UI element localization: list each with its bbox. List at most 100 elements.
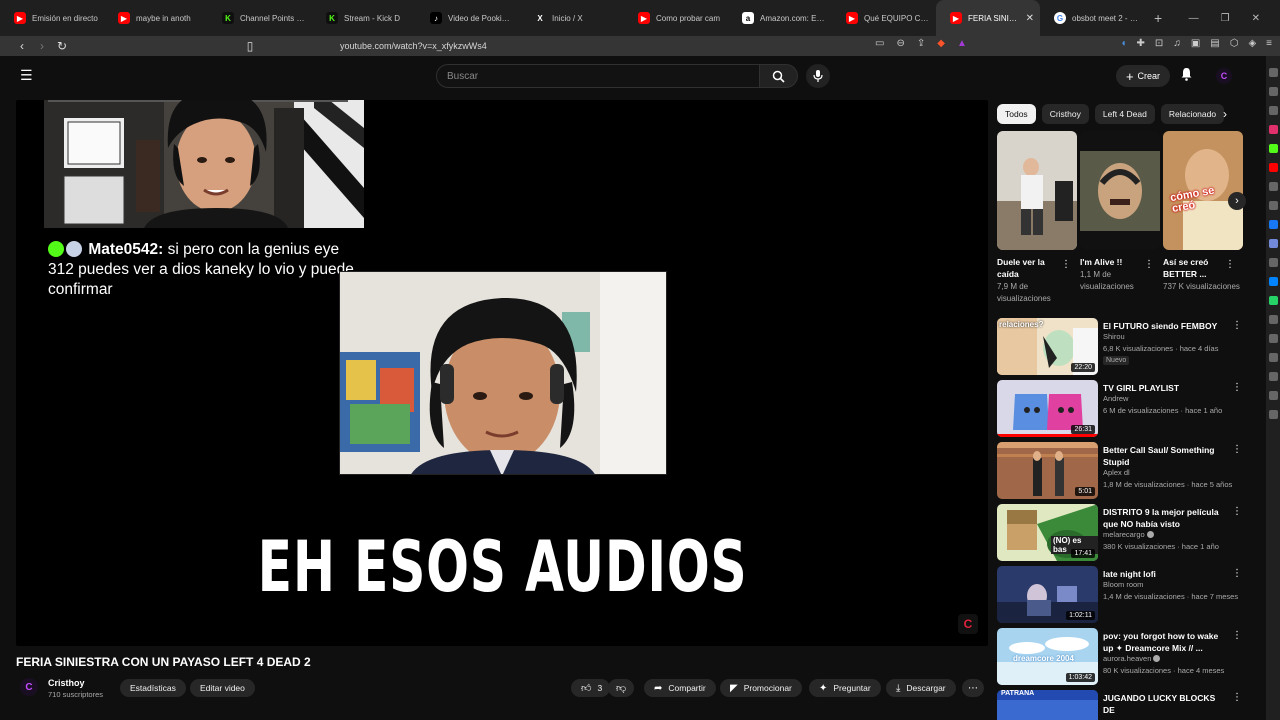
panel-icon[interactable]: [1268, 277, 1278, 286]
shorts-next-icon[interactable]: ›: [1228, 192, 1246, 210]
notifications-bell-icon[interactable]: [1180, 67, 1193, 84]
edit-video-button[interactable]: Editar video: [190, 679, 255, 697]
panel-icon[interactable]: [1268, 144, 1278, 153]
recommended-video[interactable]: PATRANA JUGANDO LUCKY BLOCKS DE ⋮: [997, 690, 1245, 720]
search-button[interactable]: [760, 64, 798, 88]
panel-icon[interactable]: [1268, 239, 1278, 248]
panel-icon[interactable]: [1268, 87, 1278, 96]
url-field[interactable]: youtube.com/watch?v=x_xfykzwWs4: [340, 41, 487, 51]
panel-icon[interactable]: [1268, 353, 1278, 362]
close-window-icon[interactable]: ✕: [1252, 13, 1260, 24]
hamburger-menu-icon[interactable]: ☰: [20, 68, 34, 82]
browser-tab[interactable]: Gobsbot meet 2 - Bu: [1040, 0, 1144, 36]
dislike-button[interactable]: 👎︎: [608, 679, 635, 697]
panel-icon[interactable]: [1268, 125, 1278, 134]
cast-icon[interactable]: ▭: [875, 38, 884, 49]
panel-icon[interactable]: [1268, 410, 1278, 419]
rec-menu-icon[interactable]: ⋮: [1232, 630, 1242, 641]
like-button[interactable]: 👍︎ 3: [571, 679, 611, 697]
panel-icon[interactable]: [1268, 258, 1278, 267]
filter-chip[interactable]: Relacionado: [1160, 104, 1225, 124]
rec-menu-icon[interactable]: ⋮: [1232, 444, 1242, 455]
account-avatar[interactable]: C: [1216, 68, 1232, 84]
back-icon[interactable]: ‹: [12, 39, 32, 53]
panel-icon[interactable]: [1268, 296, 1278, 305]
close-tab-icon[interactable]: ✕: [1026, 13, 1034, 24]
rec-channel[interactable]: melarecargo: [1103, 530, 1154, 539]
wallet-icon[interactable]: ▤: [1210, 38, 1219, 49]
panel-icon[interactable]: [1268, 372, 1278, 381]
recommended-video[interactable]: 1:02:11 late night lofi Bloom room 1,4 M de…: [997, 566, 1245, 628]
rec-channel[interactable]: Aplex dl: [1103, 468, 1130, 477]
short-card[interactable]: Duele ver la caída 7,9 M de visualizacio…: [997, 131, 1077, 305]
panel-icon[interactable]: [1268, 220, 1278, 229]
filter-chip[interactable]: Left 4 Dead: [1094, 104, 1155, 124]
rec-channel[interactable]: Bloom room: [1103, 580, 1143, 589]
browser-tab[interactable]: X Inicio / X: [520, 0, 624, 36]
zoom-icon[interactable]: ⊖: [896, 38, 904, 49]
menu-icon[interactable]: ≡: [1266, 38, 1272, 49]
create-button[interactable]: + Crear: [1116, 65, 1170, 87]
browser-tab[interactable]: K Stream - Kick D: [312, 0, 416, 36]
rec-channel[interactable]: Shirou: [1103, 332, 1125, 341]
stats-button[interactable]: Estadísticas: [120, 679, 186, 697]
chips-next-icon[interactable]: ›: [1216, 104, 1234, 124]
media-icon[interactable]: ♫: [1173, 38, 1181, 49]
ask-button[interactable]: ✦ Preguntar: [809, 679, 881, 697]
rec-channel[interactable]: Andrew: [1103, 394, 1128, 403]
panel-icon[interactable]: [1268, 334, 1278, 343]
browser-tab[interactable]: ▶ maybe in anoth: [104, 0, 208, 36]
forward-icon[interactable]: ›: [32, 39, 52, 53]
voice-search-button[interactable]: [806, 64, 830, 88]
filter-chip[interactable]: Todos: [997, 104, 1036, 124]
recommended-video[interactable]: relaciones? 22:20 El FUTURO siendo FEMBOY S…: [997, 318, 1245, 380]
new-tab-icon[interactable]: +: [1144, 10, 1172, 26]
panel-icon[interactable]: [1268, 182, 1278, 191]
vpn-icon[interactable]: ◈: [1248, 38, 1256, 49]
panel-icon[interactable]: [1268, 106, 1278, 115]
share-button[interactable]: ➦ Compartir: [644, 679, 716, 697]
channel-avatar[interactable]: C: [20, 678, 38, 696]
rec-channel[interactable]: aurora.heaven: [1103, 654, 1161, 663]
translate-icon[interactable]: ◖: [1120, 38, 1126, 49]
brave-rewards-icon[interactable]: ▲: [957, 38, 967, 49]
browser-tab[interactable]: ▶ Como probar cam: [624, 0, 728, 36]
rec-menu-icon[interactable]: ⋮: [1232, 506, 1242, 517]
video-player[interactable]: Mate0542: si pero con la genius eye 312 …: [16, 100, 988, 646]
more-actions-button[interactable]: ⋯: [962, 679, 984, 697]
panel-icon[interactable]: [1268, 68, 1278, 77]
browser-tab[interactable]: ▶ Emisión en directo: [0, 0, 104, 36]
extensions-icon[interactable]: ✚: [1137, 38, 1145, 49]
screenshot-icon[interactable]: ⊡: [1155, 38, 1163, 49]
restore-icon[interactable]: ❐: [1221, 13, 1230, 24]
panel-icon[interactable]: [1268, 163, 1278, 172]
reload-icon[interactable]: ↻: [52, 39, 72, 53]
browser-tab[interactable]: ▶ FERIA SINIESTR ✕: [936, 0, 1040, 36]
channel-watermark[interactable]: C: [958, 614, 978, 634]
panel-icon[interactable]: [1268, 201, 1278, 210]
promote-button[interactable]: ◤ Promocionar: [720, 679, 802, 697]
minimize-icon[interactable]: —: [1189, 13, 1199, 24]
recommended-video[interactable]: dreamcore 2004 1:03:42 pov: you forgot how…: [997, 628, 1245, 690]
browser-tab[interactable]: K Channel Points - Ki: [208, 0, 312, 36]
short-menu-icon[interactable]: ⋮: [1144, 259, 1154, 270]
browser-tab[interactable]: ▶ Qué EQUIPO COMI: [832, 0, 936, 36]
rec-menu-icon[interactable]: ⋮: [1232, 320, 1242, 331]
bookmark-icon[interactable]: ▯: [240, 39, 260, 53]
channel-name[interactable]: Cristhoy: [48, 678, 85, 688]
rec-menu-icon[interactable]: ⋮: [1232, 692, 1242, 703]
panel-icon[interactable]: [1268, 315, 1278, 324]
short-menu-icon[interactable]: ⋮: [1061, 259, 1071, 270]
download-button[interactable]: ⤓ Descargar: [886, 679, 956, 697]
rec-menu-icon[interactable]: ⋮: [1232, 382, 1242, 393]
profile-icon[interactable]: ⬡: [1230, 38, 1239, 49]
short-menu-icon[interactable]: ⋮: [1225, 259, 1235, 270]
browser-tab[interactable]: a Amazon.com: EMB: [728, 0, 832, 36]
recommended-video[interactable]: (NO) es bas 17:41 DISTRITO 9 la mejor pelí…: [997, 504, 1245, 566]
panel-icon[interactable]: [1268, 391, 1278, 400]
rec-menu-icon[interactable]: ⋮: [1232, 568, 1242, 579]
recommended-video[interactable]: 26:31 TV GIRL PLAYLIST Andrew 6 M de visual…: [997, 380, 1245, 442]
browser-tab[interactable]: ♪ Video de Pookie be: [416, 0, 520, 36]
short-card[interactable]: I'm Alive !! 1,1 M de visualizaciones: [1080, 131, 1160, 305]
share-page-icon[interactable]: ⇪: [917, 38, 925, 49]
